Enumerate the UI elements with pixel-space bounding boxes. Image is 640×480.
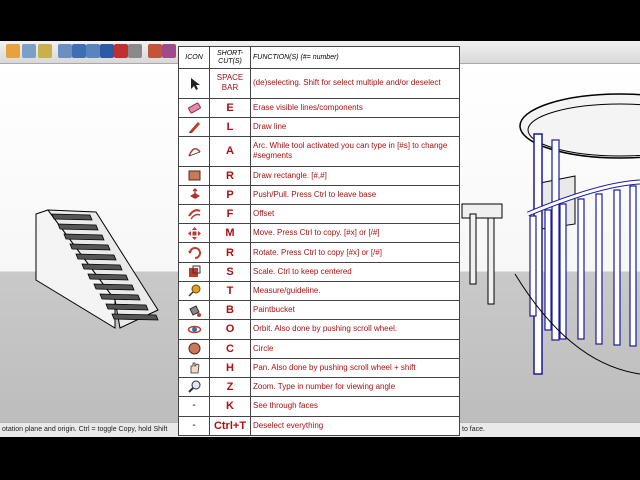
row-key: S [209, 261, 251, 282]
row-key: SPACE BAR [209, 68, 251, 99]
row-key: K [209, 396, 251, 417]
table-row: SPACE BAR (de)selecting. Shift for selec… [178, 68, 460, 99]
row-function: Arc. While tool activated you can type i… [250, 136, 460, 167]
table-row: - Ctrl+T Deselect everything [178, 415, 460, 437]
row-key: M [209, 223, 251, 244]
row-key: E [209, 97, 251, 118]
header-icon: ICON [178, 45, 210, 70]
row-icon-placeholder: - [178, 415, 210, 437]
row-function: Rotate. Press Ctrl to copy [#x] or [/#] [250, 242, 460, 263]
table-row: C Circle [178, 338, 460, 359]
arc-icon [178, 136, 210, 167]
row-key: R [209, 165, 251, 186]
table-row: B Paintbucket [178, 300, 460, 321]
toolbar-button-8[interactable] [114, 44, 128, 58]
row-function: Move. Press Ctrl to copy. [#x] or [/#] [250, 223, 460, 244]
row-function: Draw line [250, 116, 460, 138]
table-row: R Draw rectangle. [#,#] [178, 165, 460, 186]
row-key: C [209, 338, 251, 359]
table-row: S Scale. Ctrl to keep centered [178, 261, 460, 282]
orbit-icon [178, 319, 210, 340]
toolbar-button-9[interactable] [128, 44, 142, 58]
table-row: A Arc. While tool activated you can type… [178, 136, 460, 167]
select-arrow-icon [178, 68, 210, 99]
status-text: otation plane and origin. Ctrl = toggle … [2, 426, 168, 433]
row-key: Z [209, 377, 251, 398]
table-row: F Offset [178, 203, 460, 225]
table-row: Z Zoom. Type in number for viewing angle [178, 377, 460, 398]
row-function: Erase visible lines/components [250, 97, 460, 118]
toolbar-button-1[interactable] [6, 44, 20, 58]
table-row: O Orbit. Also done by pushing scroll whe… [178, 319, 460, 340]
move-icon [178, 223, 210, 244]
row-function: See through faces [250, 396, 460, 417]
row-key: B [209, 300, 251, 321]
table-row: - K See through faces [178, 396, 460, 417]
toolbar-button-2[interactable] [22, 44, 36, 58]
row-key: T [209, 280, 251, 302]
header-shortcut: SHORT-CUT(S) [209, 45, 251, 70]
row-key: P [209, 184, 251, 205]
pan-hand-icon [178, 357, 210, 379]
offset-icon [178, 203, 210, 225]
header-function: FUNCTION(S) (#= number) [250, 45, 460, 70]
toolbar-button-6[interactable] [86, 44, 100, 58]
toolbar-button-3[interactable] [38, 44, 52, 58]
row-function: Circle [250, 338, 460, 359]
table-row: T Measure/guideline. [178, 280, 460, 302]
row-key: H [209, 357, 251, 379]
status-text-right: to face. [462, 426, 485, 433]
rectangle-icon [178, 165, 210, 186]
row-key: L [209, 116, 251, 138]
row-function: Zoom. Type in number for viewing angle [250, 377, 460, 398]
row-key: Ctrl+T [209, 415, 251, 437]
scale-icon [178, 261, 210, 282]
row-icon-placeholder: - [178, 396, 210, 417]
row-function: Measure/guideline. [250, 280, 460, 302]
paint-bucket-icon [178, 300, 210, 321]
gazebo [514, 93, 640, 375]
zoom-icon [178, 377, 210, 398]
row-key: O [209, 319, 251, 340]
toolbar-button-5[interactable] [72, 44, 86, 58]
row-function: Paintbucket [250, 300, 460, 321]
table-row: E Erase visible lines/components [178, 97, 460, 118]
row-function: Push/Pull. Press Ctrl to leave base [250, 184, 460, 205]
row-function: Scale. Ctrl to keep centered [250, 261, 460, 282]
table-row: R Rotate. Press Ctrl to copy [#x] or [/#… [178, 242, 460, 263]
table-row: P Push/Pull. Press Ctrl to leave base [178, 184, 460, 205]
shortcut-reference-table: ICON SHORT-CUT(S) FUNCTION(S) (#= number… [178, 45, 460, 437]
circle-icon [178, 338, 210, 359]
table-row: M Move. Press Ctrl to copy. [#x] or [/#] [178, 223, 460, 244]
rotate-icon [178, 242, 210, 263]
row-function: Deselect everything [250, 415, 460, 437]
toolbar-button-11[interactable] [162, 44, 176, 58]
table-header-row: ICON SHORT-CUT(S) FUNCTION(S) (#= number… [178, 45, 460, 70]
row-function: Orbit. Also done by pushing scroll wheel… [250, 319, 460, 340]
post-block [461, 203, 503, 219]
table-row: L Draw line [178, 116, 460, 138]
row-function: Draw rectangle. [#,#] [250, 165, 460, 186]
toolbar-button-10[interactable] [148, 44, 162, 58]
row-key: R [209, 242, 251, 263]
table-row: H Pan. Also done by pushing scroll wheel… [178, 357, 460, 379]
row-function: Offset [250, 203, 460, 225]
eraser-icon [178, 97, 210, 118]
row-function: Pan. Also done by pushing scroll wheel +… [250, 357, 460, 379]
pencil-icon [178, 116, 210, 138]
toolbar-button-7[interactable] [100, 44, 114, 58]
tape-measure-icon [178, 280, 210, 302]
row-key: A [209, 136, 251, 167]
toolbar-button-4[interactable] [58, 44, 72, 58]
row-key: F [209, 203, 251, 225]
row-function: (de)selecting. Shift for select multiple… [250, 68, 460, 99]
push-pull-icon [178, 184, 210, 205]
